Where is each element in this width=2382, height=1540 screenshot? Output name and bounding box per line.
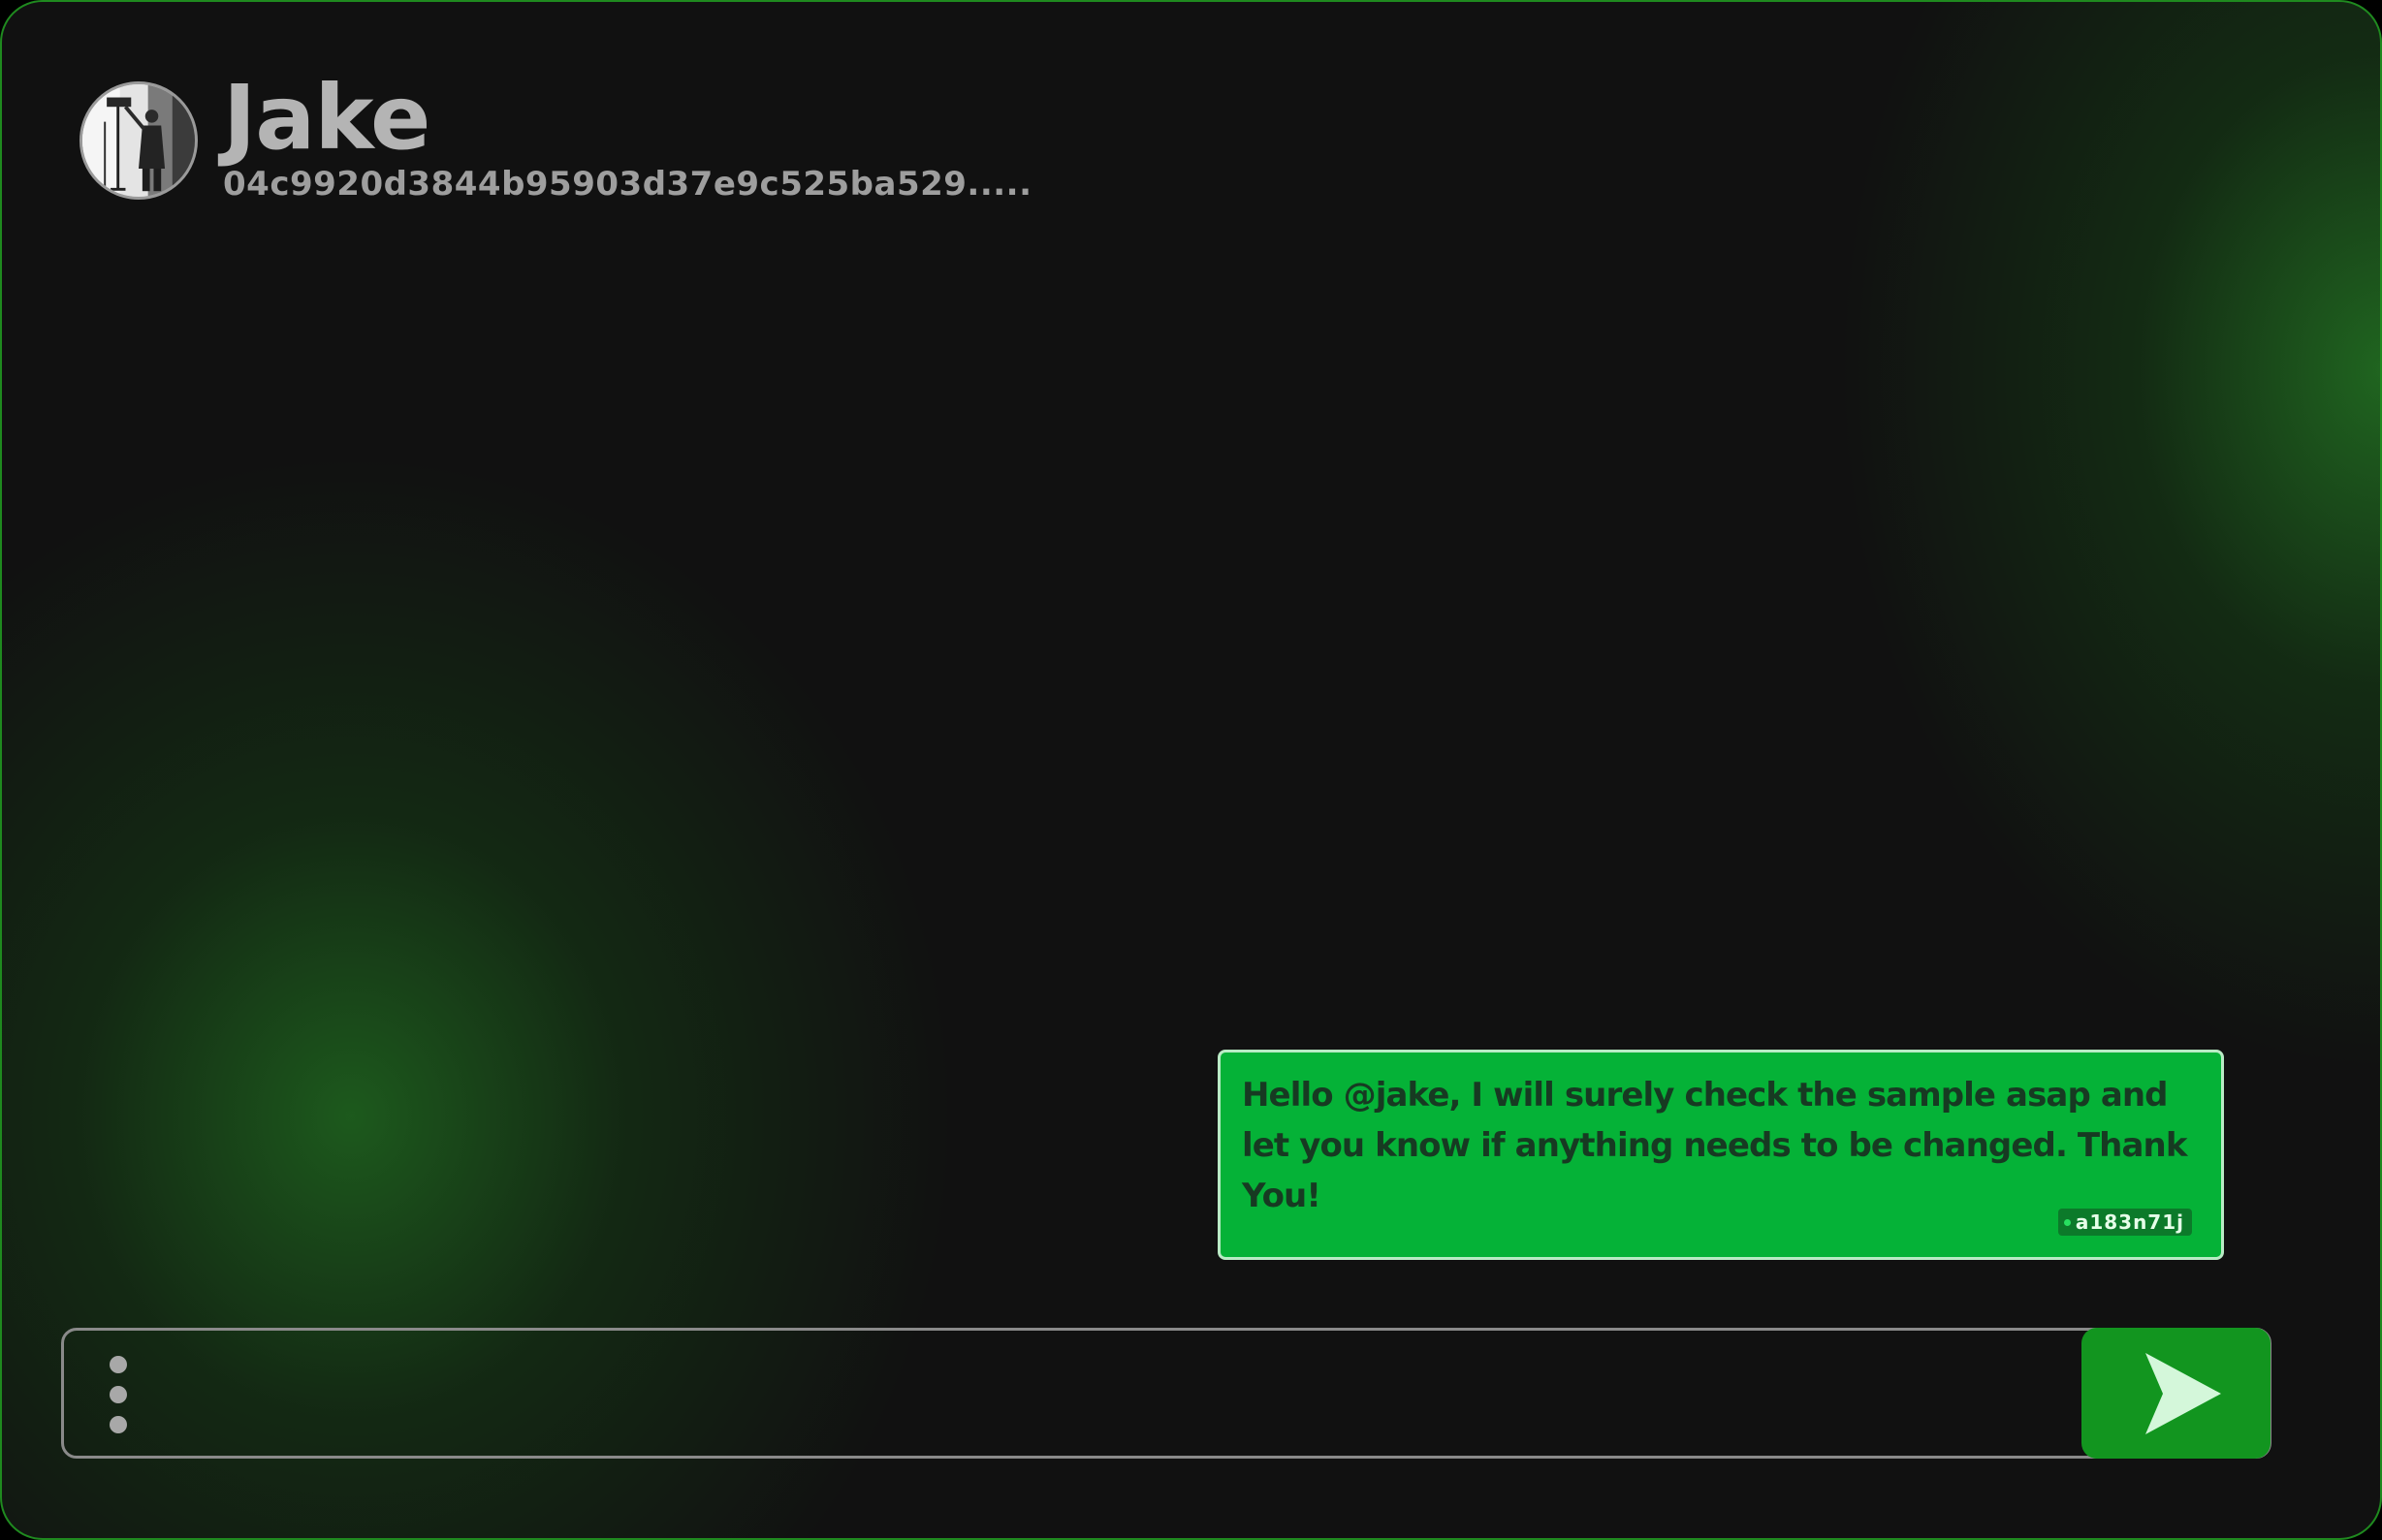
message-input[interactable] bbox=[171, 1340, 2123, 1449]
avatar-photo-icon bbox=[82, 84, 195, 197]
online-dot-icon bbox=[2063, 1218, 2071, 1226]
send-button[interactable] bbox=[2081, 1328, 2271, 1459]
menu-dot bbox=[110, 1386, 127, 1403]
send-arrow-icon bbox=[2145, 1353, 2221, 1434]
sender-tag: a183n71j bbox=[2057, 1209, 2192, 1236]
contact-id: 04c9920d3844b95903d37e9c525ba529..... bbox=[223, 165, 1032, 204]
message-bubble-outgoing: Hello @jake, I will surely check the sam… bbox=[1218, 1050, 2224, 1260]
menu-dot bbox=[110, 1416, 127, 1433]
vertical-dots-icon[interactable] bbox=[105, 1356, 132, 1433]
chat-window: Jake 04c9920d3844b95903d37e9c525ba529...… bbox=[0, 0, 2382, 1540]
message-composer bbox=[61, 1328, 2271, 1459]
contact-name: Jake bbox=[223, 66, 430, 170]
menu-dot bbox=[110, 1356, 127, 1373]
message-text: Hello @jake, I will surely check the sam… bbox=[1242, 1076, 2187, 1215]
sender-tag-label: a183n71j bbox=[2075, 1210, 2184, 1234]
avatar[interactable] bbox=[79, 81, 198, 200]
